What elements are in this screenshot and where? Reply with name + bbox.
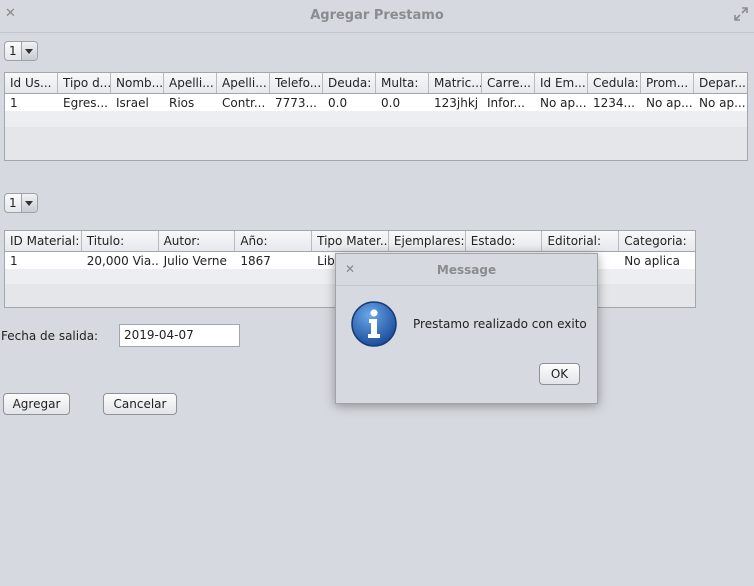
table-cell: No ap... [646, 96, 693, 110]
column-header[interactable]: Tipo Mater... [312, 231, 389, 251]
table-cell: 1234... [593, 96, 635, 110]
column-header[interactable]: Cedula: [588, 73, 641, 93]
message-dialog: ✕ Message Prestamo realizado con exito O… [335, 253, 598, 404]
chevron-down-icon[interactable] [21, 42, 37, 60]
column-header[interactable]: Multa: [376, 73, 429, 93]
dialog-message: Prestamo realizado con exito [413, 317, 587, 331]
info-icon [351, 301, 397, 347]
window-title: Agregar Prestamo [310, 8, 444, 23]
column-header[interactable]: Apelli... [217, 73, 270, 93]
table-stripe [5, 111, 747, 127]
column-header[interactable]: Estado: [466, 231, 543, 251]
column-header[interactable]: Matric... [429, 73, 482, 93]
column-header[interactable]: Deuda: [323, 73, 376, 93]
column-header[interactable]: Carre... [482, 73, 535, 93]
column-header[interactable]: Apelli... [164, 73, 217, 93]
table-cell: Rios [169, 96, 195, 110]
material-combo[interactable]: 1 [4, 193, 38, 213]
fecha-salida-field[interactable]: 2019-04-07 [119, 324, 240, 347]
agregar-button[interactable]: Agregar [3, 393, 70, 415]
table-cell: Israel [116, 96, 149, 110]
table-cell: 7773... [275, 96, 317, 110]
column-header[interactable]: Telefo... [270, 73, 323, 93]
table-row[interactable]: 1 Egres... Israel Rios Contr... 7773... … [5, 94, 747, 111]
column-header[interactable]: Titulo: [82, 231, 159, 251]
dialog-titlebar: ✕ Message [336, 254, 597, 286]
column-header[interactable]: Tipo d... [58, 73, 111, 93]
column-header[interactable]: Editorial: [542, 231, 620, 251]
table-cell: No aplica [624, 254, 680, 268]
table-empty-area [5, 127, 747, 160]
table-cell: No ap... [699, 96, 746, 110]
table-cell: Infor... [487, 96, 525, 110]
users-table-header: Id Us... Tipo d... Nomb... Apelli... Ape… [5, 73, 747, 94]
column-header[interactable]: Ejemplares: [389, 231, 466, 251]
table-cell: 20,000 Via... [86, 254, 159, 268]
table-cell: 0.0 [381, 96, 401, 110]
column-header[interactable]: Id Us... [5, 73, 58, 93]
table-cell: 0.0 [328, 96, 348, 110]
dialog-title: Message [436, 263, 497, 277]
material-combo-value: 1 [9, 196, 17, 210]
users-table[interactable]: Id Us... Tipo d... Nomb... Apelli... Ape… [4, 72, 748, 161]
user-combo-value: 1 [9, 44, 17, 58]
column-header[interactable]: Año: [235, 231, 313, 251]
column-header[interactable]: Nomb... [111, 73, 164, 93]
table-cell: 123jhkj [434, 96, 479, 110]
table-cell: 1 [10, 96, 18, 110]
column-header[interactable]: Autor: [159, 231, 236, 251]
table-cell: 1 [10, 254, 18, 268]
table-cell: Contr... [222, 96, 266, 110]
chevron-down-icon[interactable] [21, 194, 37, 212]
table-cell: Egres... [63, 96, 108, 110]
column-header[interactable]: Prom... [641, 73, 694, 93]
table-cell: 1867 [240, 254, 271, 268]
window-titlebar: ✕ Agregar Prestamo [0, 0, 754, 33]
cancelar-button[interactable]: Cancelar [103, 393, 177, 415]
user-combo[interactable]: 1 [4, 41, 38, 61]
materials-table-header: ID Material: Titulo: Autor: Año: Tipo Ma… [5, 231, 695, 252]
fecha-label: Fecha de salida: [1, 329, 99, 343]
column-header[interactable]: ID Material: [5, 231, 82, 251]
column-header[interactable]: Depar... [694, 73, 747, 93]
column-header[interactable]: Id Em... [535, 73, 588, 93]
table-cell: No ap... [540, 96, 587, 110]
ok-button[interactable]: OK [539, 363, 580, 385]
maximize-icon[interactable] [734, 7, 748, 21]
table-cell: Julio Verne [163, 254, 227, 268]
column-header[interactable]: Categoria: [619, 231, 695, 251]
